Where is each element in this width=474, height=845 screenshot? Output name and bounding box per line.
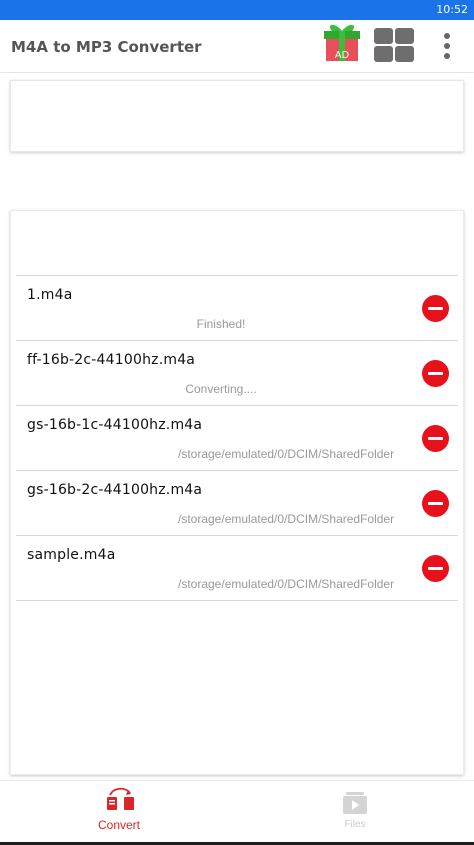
file-row: sample.m4a/storage/emulated/0/DCIM/Share… bbox=[16, 536, 458, 601]
file-row: gs-16b-2c-44100hz.m4a/storage/emulated/0… bbox=[16, 471, 458, 536]
file-name: gs-16b-1c-44100hz.m4a bbox=[27, 417, 203, 433]
file-path: /storage/emulated/0/DCIM/SharedFolder bbox=[178, 447, 395, 461]
remove-icon[interactable] bbox=[422, 555, 449, 582]
nav-convert-tab[interactable]: Convert bbox=[84, 785, 154, 837]
file-name: 1.m4a bbox=[27, 287, 73, 303]
files-icon bbox=[343, 792, 367, 814]
nav-files-tab[interactable]: Files bbox=[322, 789, 388, 837]
more-vert-icon[interactable] bbox=[436, 30, 458, 64]
file-status: Converting.... bbox=[185, 382, 257, 396]
nav-convert-label: Convert bbox=[97, 818, 141, 832]
file-row: gs-16b-1c-44100hz.m4a/storage/emulated/0… bbox=[16, 406, 458, 471]
file-name: gs-16b-2c-44100hz.m4a bbox=[27, 482, 203, 498]
file-name: sample.m4a bbox=[27, 547, 116, 563]
file-name: ff-16b-2c-44100hz.m4a bbox=[27, 352, 196, 368]
gift-ad-icon[interactable]: AD bbox=[322, 21, 362, 65]
convert-icon bbox=[107, 787, 134, 810]
status-bar: 10:52 bbox=[0, 0, 474, 20]
file-row: 1.m4a Finished! bbox=[16, 276, 458, 341]
file-status: Finished! bbox=[196, 317, 246, 331]
ad-label: AD bbox=[335, 50, 350, 61]
file-path: /storage/emulated/0/DCIM/SharedFolder bbox=[178, 512, 395, 526]
status-time: 10:52 bbox=[436, 3, 468, 16]
file-path: /storage/emulated/0/DCIM/SharedFolder bbox=[178, 577, 395, 591]
grid-icon[interactable] bbox=[373, 27, 415, 63]
remove-icon[interactable] bbox=[422, 425, 449, 452]
remove-icon[interactable] bbox=[422, 295, 449, 322]
nav-files-label: Files bbox=[344, 819, 366, 830]
remove-icon[interactable] bbox=[422, 490, 449, 517]
banner-card bbox=[10, 80, 464, 152]
bottom-nav: Convert Files bbox=[0, 780, 474, 842]
remove-icon[interactable] bbox=[422, 360, 449, 387]
file-row: ff-16b-2c-44100hz.m4a Converting.... bbox=[16, 341, 458, 406]
app-title: M4A to MP3 Converter bbox=[11, 38, 202, 56]
file-list: 1.m4a Finished! ff-16b-2c-44100hz.m4a Conve… bbox=[16, 275, 458, 601]
